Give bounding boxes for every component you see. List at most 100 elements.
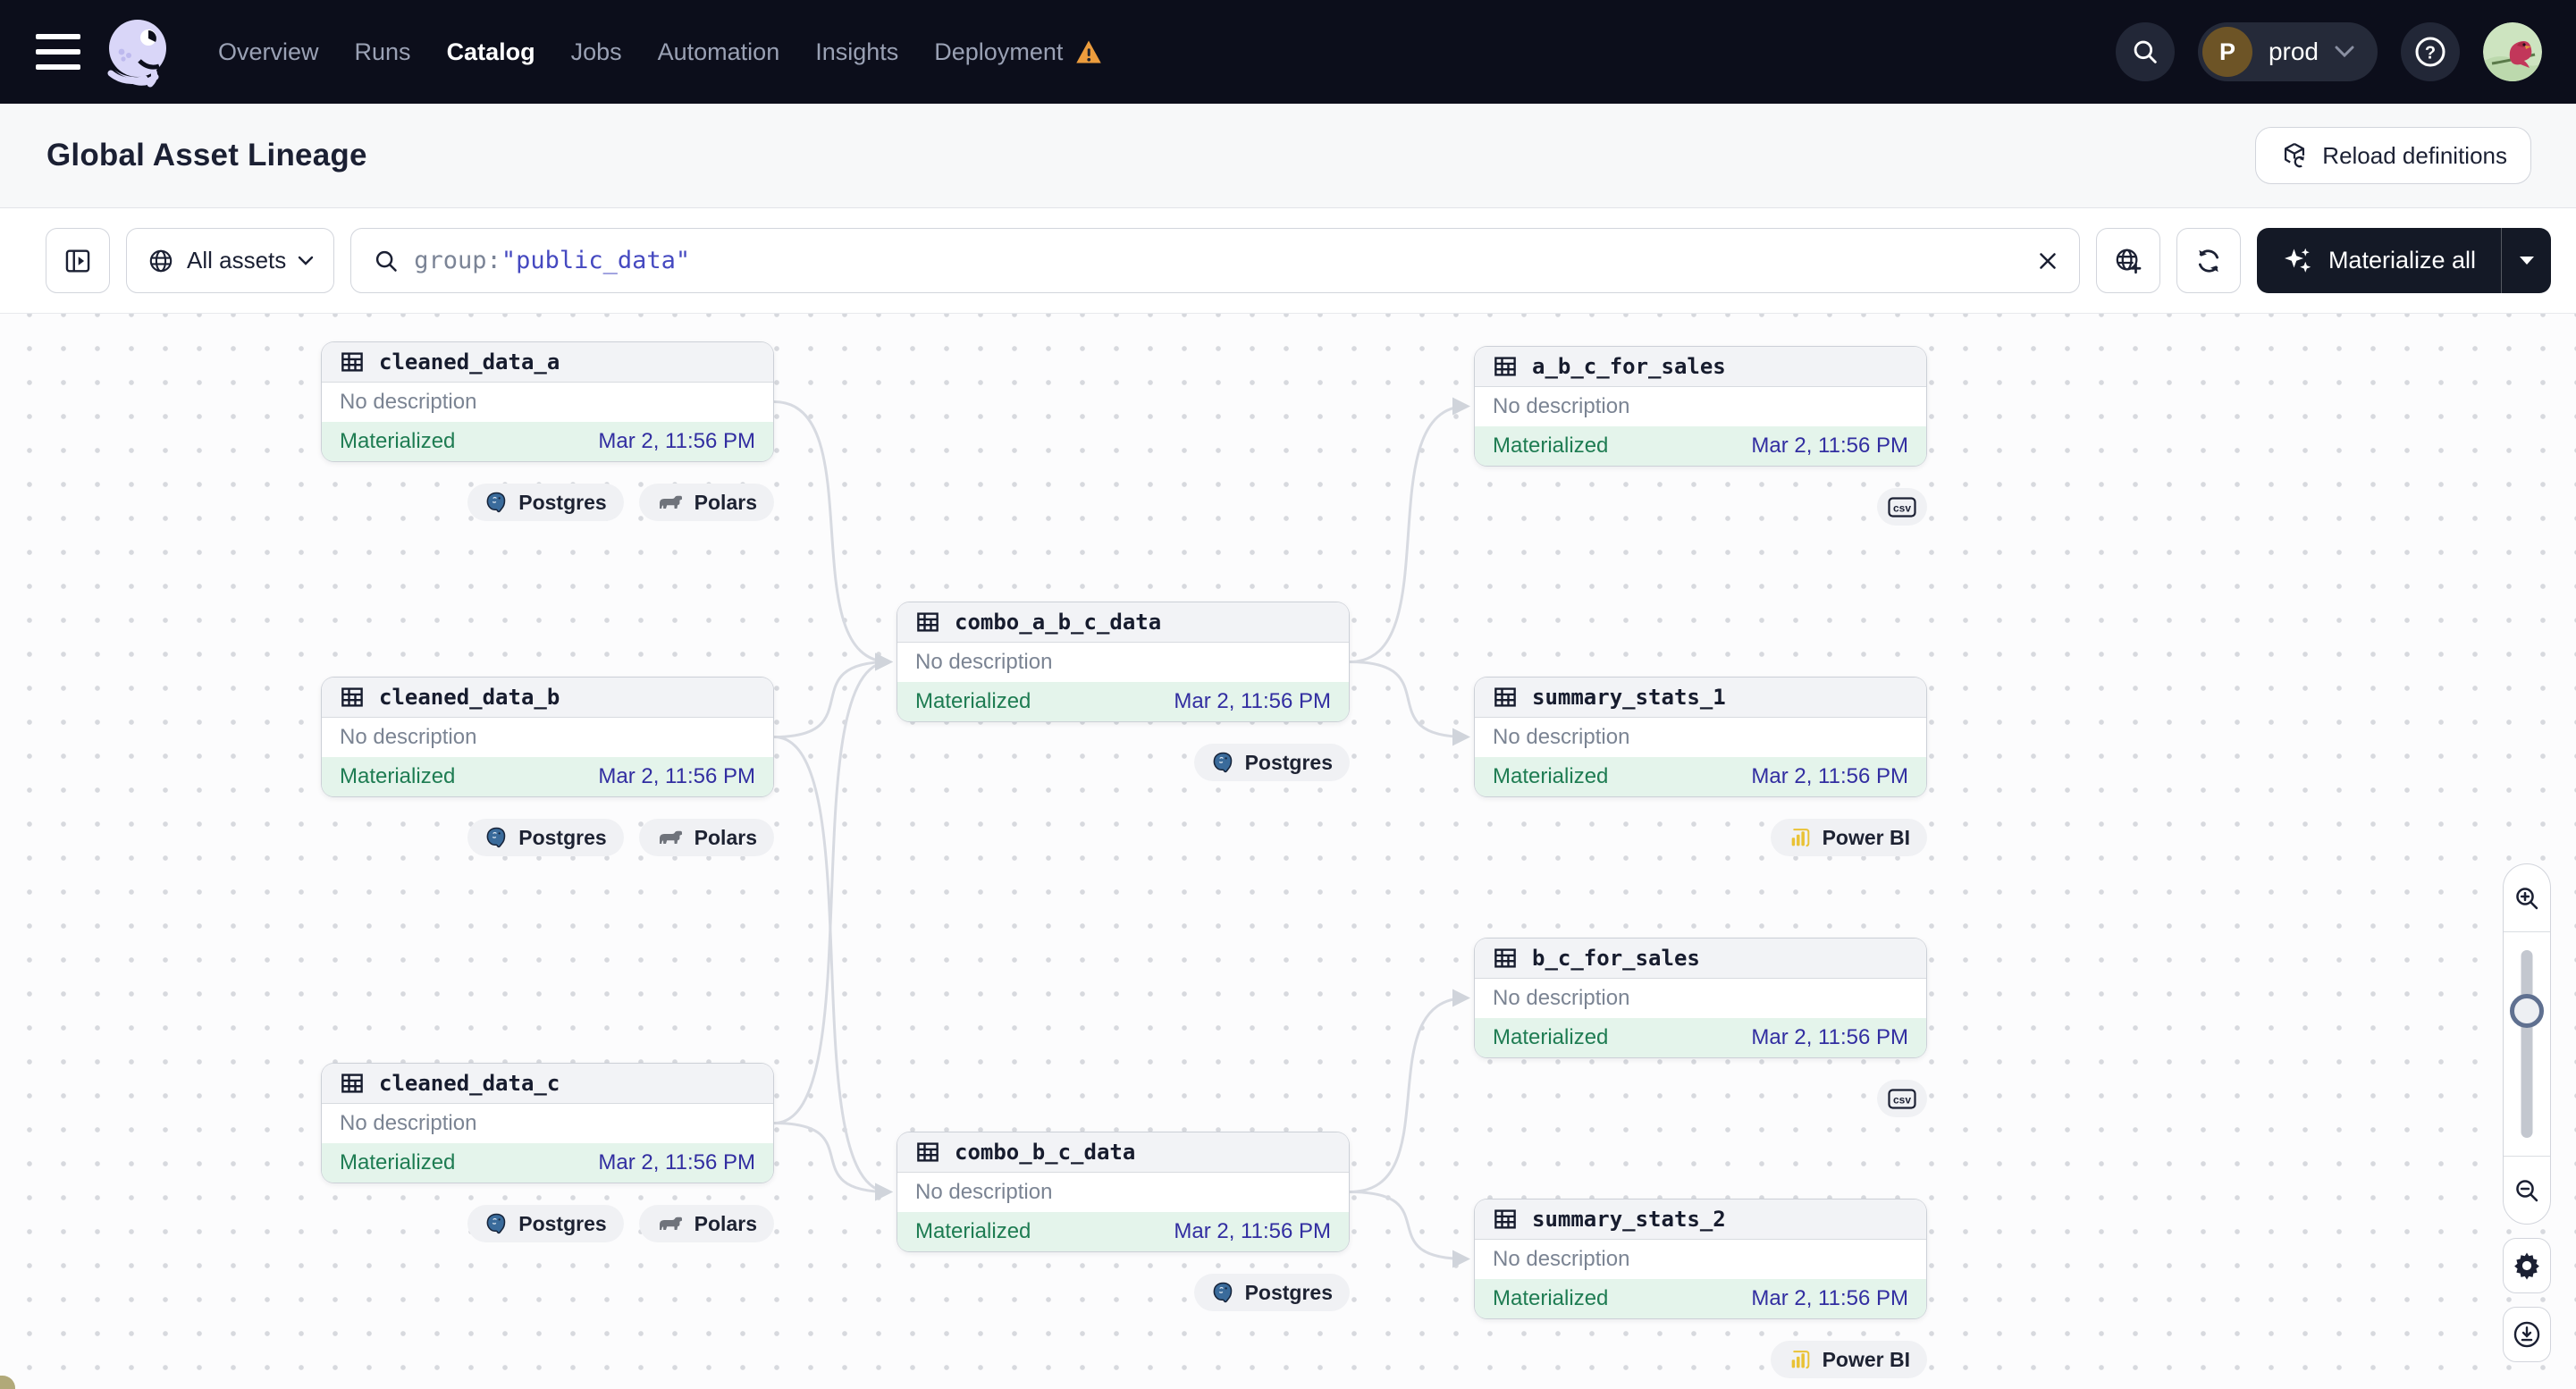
materialize-all-button[interactable]: Materialize all (2257, 228, 2551, 293)
asset-node-header[interactable]: cleaned_data_c (322, 1064, 773, 1104)
asset-materialization-timestamp[interactable]: Mar 2, 11:56 PM (598, 764, 755, 789)
asset-name: cleaned_data_b (379, 685, 560, 710)
zoom-slider[interactable] (2504, 932, 2550, 1156)
asset-status-row: MaterializedMar 2, 11:56 PM (897, 682, 1349, 721)
tag-postgres[interactable]: Postgres (467, 819, 623, 856)
asset-node-cleaned_data_a[interactable]: cleaned_data_aNo descriptionMaterialized… (321, 341, 774, 462)
asset-node-header[interactable]: summary_stats_1 (1475, 678, 1926, 718)
materialize-all-label: Materialize all (2328, 247, 2476, 274)
asset-node-header[interactable]: cleaned_data_b (322, 678, 773, 718)
asset-status-row: MaterializedMar 2, 11:56 PM (322, 1143, 773, 1183)
table-icon (1492, 945, 1519, 972)
menu-icon[interactable] (36, 34, 80, 70)
zoom-out-icon (2513, 1176, 2541, 1205)
tag-label: Postgres (1245, 1281, 1333, 1305)
lineage-graph-canvas[interactable]: cleaned_data_aNo descriptionMaterialized… (0, 314, 2576, 1389)
asset-node-cleaned_data_c[interactable]: cleaned_data_cNo descriptionMaterialized… (321, 1063, 774, 1183)
asset-filter-dropdown[interactable]: All assets (126, 228, 334, 293)
asset-materialization-timestamp[interactable]: Mar 2, 11:56 PM (1751, 434, 1908, 459)
nav-item-label: Runs (355, 38, 411, 66)
asset-materialization-timestamp[interactable]: Mar 2, 11:56 PM (1751, 1025, 1908, 1050)
postgres-icon (1211, 1281, 1235, 1305)
zoom-slider-track[interactable] (2521, 950, 2533, 1138)
asset-node-summary_stats_1[interactable]: summary_stats_1No descriptionMaterialize… (1474, 677, 1927, 797)
polars-icon (656, 828, 685, 847)
nav-item-jobs[interactable]: Jobs (571, 38, 622, 66)
asset-tags-cleaned_data_b: Postgres Polars (321, 819, 774, 856)
tag-postgres[interactable]: Postgres (1194, 1274, 1350, 1311)
asset-node-summary_stats_2[interactable]: summary_stats_2No descriptionMaterialize… (1474, 1199, 1927, 1319)
user-avatar[interactable] (2483, 22, 2542, 81)
asset-node-header[interactable]: a_b_c_for_sales (1475, 347, 1926, 387)
asset-materialization-timestamp[interactable]: Mar 2, 11:56 PM (1751, 1286, 1908, 1311)
nav-item-automation[interactable]: Automation (658, 38, 780, 66)
tag-label: Postgres (518, 1212, 606, 1236)
nav-item-runs[interactable]: Runs (355, 38, 411, 66)
fit-graph-button[interactable] (2096, 228, 2160, 293)
tag-label: Power BI (1823, 1348, 1910, 1372)
environment-initial: P (2202, 27, 2252, 77)
page-title: Global Asset Lineage (46, 138, 367, 173)
tag-csv[interactable]: csv (1877, 1080, 1927, 1117)
asset-materialization-timestamp[interactable]: Mar 2, 11:56 PM (1751, 764, 1908, 789)
tag-postgres[interactable]: Postgres (467, 484, 623, 521)
nav-item-deployment[interactable]: Deployment (934, 38, 1102, 66)
asset-status-row: Materialized Mar 2, 11:56 PM (1475, 757, 1926, 796)
tag-powerbi[interactable]: Power BI (1771, 1341, 1927, 1378)
asset-node-header[interactable]: b_c_for_sales (1475, 939, 1926, 979)
asset-node-combo_b_c_data[interactable]: combo_b_c_dataNo descriptionMaterialized… (897, 1132, 1350, 1252)
asset-node-cleaned_data_b[interactable]: cleaned_data_bNo descriptionMaterialized… (321, 677, 774, 797)
tag-label: Postgres (518, 826, 606, 850)
graph-settings-button[interactable] (2503, 1238, 2551, 1293)
tag-polars[interactable]: Polars (639, 819, 774, 856)
tag-polars[interactable]: Polars (639, 484, 774, 521)
lineage-edge-combo_b_c_data-to-b_c_for_sales (1350, 998, 1467, 1192)
tag-polars[interactable]: Polars (639, 1205, 774, 1242)
asset-materialization-timestamp[interactable]: Mar 2, 11:56 PM (1174, 1219, 1331, 1244)
reload-definitions-button[interactable]: Reload definitions (2255, 127, 2531, 184)
zoom-slider-thumb[interactable] (2510, 994, 2544, 1028)
asset-node-a_b_c_for_sales[interactable]: a_b_c_for_salesNo descriptionMaterialize… (1474, 346, 1927, 467)
asset-node-header[interactable]: cleaned_data_a (322, 342, 773, 383)
postgres-icon (484, 491, 509, 515)
help-button[interactable]: ? (2401, 22, 2460, 81)
nav-item-label: Deployment (934, 38, 1063, 66)
tag-csv[interactable]: csv (1877, 488, 1927, 526)
materialize-options-button[interactable] (2501, 228, 2551, 293)
asset-materialization-timestamp[interactable]: Mar 2, 11:56 PM (1174, 689, 1331, 714)
asset-node-b_c_for_sales[interactable]: b_c_for_salesNo descriptionMaterializedM… (1474, 938, 1927, 1058)
asset-node-header[interactable]: combo_a_b_c_data (897, 602, 1349, 643)
nav-item-catalog[interactable]: Catalog (447, 38, 535, 66)
open-asset-panel-button[interactable] (46, 228, 110, 293)
svg-text:?: ? (2425, 43, 2436, 63)
tag-powerbi[interactable]: Power BI (1771, 819, 1927, 856)
clear-search-icon[interactable] (2034, 248, 2061, 274)
tag-label: Polars (695, 1212, 757, 1236)
asset-tags-combo_b_c_data: Postgres (897, 1274, 1350, 1311)
asset-node-combo_a_b_c_data[interactable]: combo_a_b_c_dataNo descriptionMaterializ… (897, 602, 1350, 722)
environment-switcher[interactable]: P prod (2198, 22, 2378, 81)
nav-item-overview[interactable]: Overview (218, 38, 319, 66)
asset-node-header[interactable]: combo_b_c_data (897, 1132, 1349, 1173)
asset-tags-cleaned_data_c: Postgres Polars (321, 1205, 774, 1242)
zoom-in-button[interactable] (2504, 864, 2550, 932)
global-search-button[interactable] (2116, 22, 2175, 81)
asset-materialization-timestamp[interactable]: Mar 2, 11:56 PM (598, 429, 755, 454)
zoom-out-button[interactable] (2504, 1156, 2550, 1224)
page-header: Global Asset Lineage Reload definitions (0, 104, 2576, 208)
asset-status-badge: Materialized (340, 764, 455, 789)
lineage-edge-cleaned_data_b-to-combo_a_b_c_data (774, 662, 889, 737)
asset-materialization-timestamp[interactable]: Mar 2, 11:56 PM (598, 1150, 755, 1175)
nav-item-insights[interactable]: Insights (815, 38, 898, 66)
asset-status-badge: Materialized (1493, 764, 1608, 789)
tag-postgres[interactable]: Postgres (1194, 744, 1350, 781)
globe-icon (147, 247, 175, 275)
refresh-button[interactable] (2176, 228, 2241, 293)
table-icon (1492, 684, 1519, 711)
download-graph-button[interactable] (2503, 1307, 2551, 1362)
dagster-logo-icon[interactable] (102, 14, 173, 89)
tag-postgres[interactable]: Postgres (467, 1205, 623, 1242)
asset-node-header[interactable]: summary_stats_2 (1475, 1200, 1926, 1240)
lineage-search-input[interactable]: group:"public_data" (350, 228, 2080, 293)
polars-icon (656, 1214, 685, 1233)
